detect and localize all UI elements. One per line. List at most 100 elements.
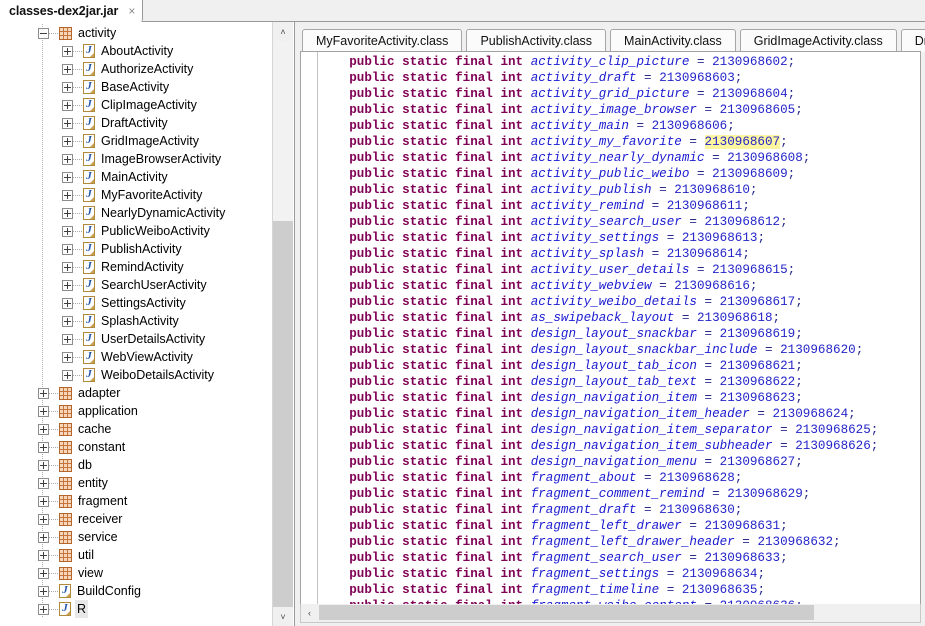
tree-item-imagebrowseractivity[interactable]: J ImageBrowserActivity — [0, 150, 272, 168]
tree-item-buildconfig[interactable]: J BuildConfig — [0, 582, 272, 600]
code-horizontal-scrollbar[interactable]: ‹ — [300, 604, 921, 623]
scroll-left-icon[interactable]: ‹ — [301, 604, 318, 621]
scroll-up-icon[interactable]: ˄ — [273, 22, 293, 41]
expand-plus-icon[interactable] — [38, 567, 49, 579]
scroll-down-icon[interactable]: ˅ — [273, 607, 293, 626]
code-line: public static final int fragment_setting… — [349, 567, 765, 581]
tree-item-db[interactable]: db — [0, 456, 272, 474]
expand-plus-icon[interactable] — [62, 351, 73, 363]
class-file-icon: J — [83, 116, 95, 130]
code-scrollbar-thumb[interactable] — [319, 605, 814, 620]
expand-plus-icon[interactable] — [62, 189, 73, 201]
expand-plus-icon[interactable] — [62, 99, 73, 111]
expand-plus-icon[interactable] — [62, 45, 73, 57]
tree-connector — [49, 428, 58, 430]
editor-tab-drafta[interactable]: DraftA — [900, 29, 925, 52]
tree-item-gridimageactivity[interactable]: J GridImageActivity — [0, 132, 272, 150]
tree-scrollbar-track[interactable] — [273, 41, 293, 626]
package-icon — [59, 494, 72, 508]
code-viewport[interactable]: public static final int activity_clip_pi… — [300, 51, 921, 621]
tree-item-myfavoriteactivity[interactable]: J MyFavoriteActivity — [0, 186, 272, 204]
expand-plus-icon[interactable] — [62, 81, 73, 93]
expand-plus-icon[interactable] — [38, 585, 49, 597]
tree-item-adapter[interactable]: adapter — [0, 384, 272, 402]
tree-connector — [49, 500, 58, 502]
tree-item-userdetailsactivity[interactable]: J UserDetailsActivity — [0, 330, 272, 348]
tree-item-view[interactable]: view — [0, 564, 272, 582]
tree-connector — [49, 32, 58, 34]
expand-plus-icon[interactable] — [62, 225, 73, 237]
tree-item-nearlydynamicactivity[interactable]: J NearlyDynamicActivity — [0, 204, 272, 222]
expand-plus-icon[interactable] — [38, 603, 49, 615]
tree-connector — [73, 140, 82, 142]
jar-file-tab[interactable]: classes-dex2jar.jar × — [0, 0, 144, 22]
tree-item-searchuseractivity[interactable]: J SearchUserActivity — [0, 276, 272, 294]
class-file-icon: J — [83, 242, 95, 256]
tree-item-service[interactable]: service — [0, 528, 272, 546]
expand-plus-icon[interactable] — [38, 531, 49, 543]
tree-item-fragment[interactable]: fragment — [0, 492, 272, 510]
tree-vertical-scrollbar[interactable]: ˄ ˅ — [272, 22, 293, 626]
tree-item-constant[interactable]: constant — [0, 438, 272, 456]
expand-plus-icon[interactable] — [62, 315, 73, 327]
tree-item-receiver[interactable]: receiver — [0, 510, 272, 528]
tree-item-util[interactable]: util — [0, 546, 272, 564]
tree-item-publicweiboactivity[interactable]: J PublicWeiboActivity — [0, 222, 272, 240]
expand-plus-icon[interactable] — [38, 405, 49, 417]
expand-plus-icon[interactable] — [38, 441, 49, 453]
expand-plus-icon[interactable] — [38, 549, 49, 561]
editor-tab-mainactivity-class[interactable]: MainActivity.class — [610, 29, 736, 52]
tree-connector — [73, 284, 82, 286]
class-icon-fold — [90, 305, 94, 309]
expand-plus-icon[interactable] — [38, 513, 49, 525]
expand-plus-icon[interactable] — [38, 459, 49, 471]
collapse-minus-icon[interactable] — [38, 27, 49, 39]
tree-item-splashactivity[interactable]: J SplashActivity — [0, 312, 272, 330]
tree-item-aboutactivity[interactable]: J AboutActivity — [0, 42, 272, 60]
tree-connector — [49, 536, 58, 538]
expand-plus-icon[interactable] — [62, 135, 73, 147]
tree-item-settingsactivity[interactable]: J SettingsActivity — [0, 294, 272, 312]
tree-item-cache[interactable]: cache — [0, 420, 272, 438]
editor-tab-publishactivity-class[interactable]: PublishActivity.class — [466, 29, 607, 52]
tree-item-authorizeactivity[interactable]: J AuthorizeActivity — [0, 60, 272, 78]
tree-item-mainactivity[interactable]: J MainActivity — [0, 168, 272, 186]
tree-item-webviewactivity[interactable]: J WebViewActivity — [0, 348, 272, 366]
tree-connector — [73, 320, 82, 322]
expand-plus-icon[interactable] — [62, 117, 73, 129]
tree-item-application[interactable]: application — [0, 402, 272, 420]
tree-item-clipimageactivity[interactable]: J ClipImageActivity — [0, 96, 272, 114]
editor-tab-gridimageactivity-class[interactable]: GridImageActivity.class — [739, 29, 897, 52]
expand-plus-icon[interactable] — [38, 423, 49, 435]
tree-item-publishactivity[interactable]: J PublishActivity — [0, 240, 272, 258]
tree-item-remindactivity[interactable]: J RemindActivity — [0, 258, 272, 276]
expand-plus-icon[interactable] — [62, 153, 73, 165]
expand-plus-icon[interactable] — [62, 333, 73, 345]
tree-item-r[interactable]: JR — [0, 600, 272, 618]
expand-plus-icon[interactable] — [62, 171, 73, 183]
tree-connector — [49, 590, 58, 592]
expand-plus-icon[interactable] — [62, 243, 73, 255]
tree-item-weibodetailsactivity[interactable]: J WeiboDetailsActivity — [0, 366, 272, 384]
class-file-icon: J — [83, 296, 95, 310]
tree-item-baseactivity[interactable]: J BaseActivity — [0, 78, 272, 96]
tree-guide-line — [42, 366, 43, 384]
editor-tab-myfavoriteactivity-class[interactable]: MyFavoriteActivity.class — [302, 29, 463, 52]
tree-item-entity[interactable]: entity — [0, 474, 272, 492]
tree-item-activity[interactable]: activity — [0, 24, 272, 42]
expand-plus-icon[interactable] — [62, 261, 73, 273]
tree-item-label: NearlyDynamicActivity — [101, 206, 226, 220]
expand-plus-icon[interactable] — [62, 279, 73, 291]
tree-scrollbar-thumb[interactable] — [273, 221, 293, 626]
expand-plus-icon[interactable] — [62, 63, 73, 75]
expand-plus-icon[interactable] — [38, 477, 49, 489]
close-icon[interactable]: × — [128, 5, 135, 17]
expand-plus-icon[interactable] — [38, 495, 49, 507]
expand-plus-icon[interactable] — [38, 387, 49, 399]
tree-item-label: RemindActivity — [101, 260, 184, 274]
class-file-icon: J — [83, 152, 95, 166]
expand-plus-icon[interactable] — [62, 207, 73, 219]
tree-item-draftactivity[interactable]: J DraftActivity — [0, 114, 272, 132]
expand-plus-icon[interactable] — [62, 369, 73, 381]
expand-plus-icon[interactable] — [62, 297, 73, 309]
